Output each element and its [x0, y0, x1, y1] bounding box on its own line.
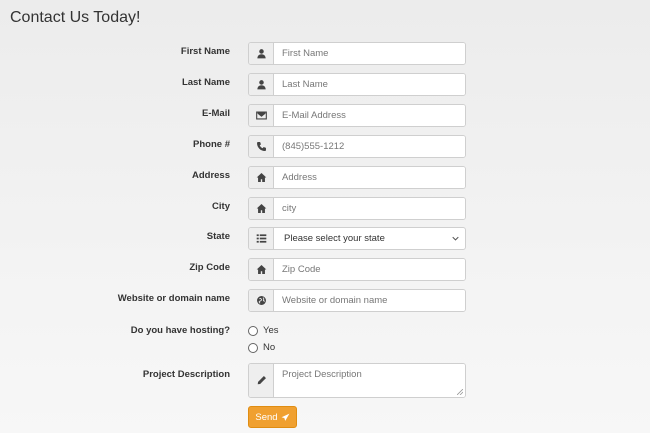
state-group: Please select your state	[248, 227, 466, 250]
project-description-textarea[interactable]	[274, 364, 465, 397]
last-name-group	[248, 73, 466, 96]
user-icon	[249, 74, 274, 95]
email-input[interactable]	[274, 105, 465, 126]
address-input[interactable]	[274, 167, 465, 188]
phone-group	[248, 135, 466, 158]
hosting-label: Do you have hosting?	[130, 325, 230, 336]
city-label: City	[212, 201, 230, 212]
first-name-row: First Name	[0, 42, 650, 65]
last-name-row: Last Name	[0, 73, 650, 96]
send-button[interactable]: Send	[248, 406, 297, 428]
phone-icon	[249, 136, 274, 157]
first-name-group	[248, 42, 466, 65]
state-row: State Please select your state	[0, 227, 650, 250]
state-label: State	[206, 231, 230, 242]
radio-no[interactable]	[248, 342, 258, 353]
envelope-icon	[249, 105, 274, 126]
hosting-option-no[interactable]: No	[248, 342, 275, 353]
state-selected-value: Please select your state	[284, 233, 385, 244]
list-icon	[249, 228, 274, 249]
pencil-icon	[249, 364, 274, 397]
chevron-down-icon	[452, 236, 459, 241]
first-name-input[interactable]	[274, 43, 465, 64]
zip-row: Zip Code	[0, 258, 650, 281]
globe-icon	[249, 290, 274, 311]
email-group	[248, 104, 466, 127]
radio-yes-label: Yes	[263, 325, 279, 336]
last-name-input[interactable]	[274, 74, 465, 95]
website-input[interactable]	[274, 290, 465, 311]
home-icon	[249, 259, 274, 280]
send-icon	[281, 413, 290, 421]
project-group	[248, 363, 466, 398]
radio-yes[interactable]	[248, 325, 258, 336]
home-icon	[249, 167, 274, 188]
first-name-label: First Name	[180, 46, 230, 57]
zip-group	[248, 258, 466, 281]
resize-grip-icon[interactable]	[457, 389, 463, 395]
state-select[interactable]: Please select your state	[274, 228, 465, 249]
user-icon	[249, 43, 274, 64]
city-row: City	[0, 197, 650, 220]
city-input[interactable]	[274, 198, 465, 219]
send-button-label: Send	[255, 411, 278, 423]
radio-no-label: No	[263, 342, 276, 353]
home-icon	[249, 198, 274, 219]
website-label: Website or domain name	[117, 293, 230, 304]
address-label: Address	[191, 170, 230, 181]
zip-label: Zip Code	[189, 262, 230, 273]
address-group	[248, 166, 466, 189]
email-row: E-Mail	[0, 104, 650, 127]
page-title: Contact Us Today!	[10, 9, 141, 26]
zip-input[interactable]	[274, 259, 465, 280]
city-group	[248, 197, 466, 220]
phone-row: Phone #	[0, 135, 650, 158]
email-label: E-Mail	[202, 108, 230, 119]
address-row: Address	[0, 166, 650, 189]
last-name-label: Last Name	[181, 77, 230, 88]
website-row: Website or domain name	[0, 289, 650, 312]
hosting-option-yes[interactable]: Yes	[248, 325, 279, 336]
website-group	[248, 289, 466, 312]
project-label: Project Description	[142, 369, 230, 380]
phone-input[interactable]	[274, 136, 465, 157]
project-row: Project Description	[0, 363, 650, 398]
phone-label: Phone #	[193, 139, 230, 150]
